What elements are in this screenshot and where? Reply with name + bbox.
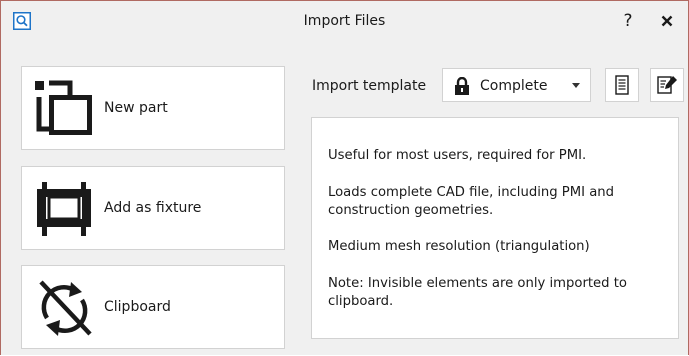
clipboard-button[interactable]: Clipboard (21, 265, 285, 349)
lock-icon (455, 77, 469, 95)
close-button[interactable] (654, 9, 680, 33)
clipboard-label: Clipboard (104, 299, 171, 315)
new-part-label: New part (104, 100, 168, 116)
title-bar: Import Files ? (1, 1, 688, 41)
template-description-panel: Useful for most users, required for PMI.… (311, 117, 679, 339)
import-template-value: Complete (480, 78, 548, 94)
close-icon (661, 15, 673, 27)
new-part-icon (35, 80, 92, 135)
add-as-fixture-button[interactable]: Add as fixture (21, 166, 285, 250)
description-line: Note: Invisible elements are only import… (328, 276, 627, 309)
import-files-dialog: Import Files ? New part Add as fixture C… (0, 0, 689, 355)
template-details-button[interactable] (605, 68, 639, 102)
edit-document-icon (657, 76, 677, 94)
help-button[interactable]: ? (616, 9, 640, 33)
description-line: Loads complete CAD file, including PMI a… (328, 185, 615, 218)
clipboard-sync-off-icon (39, 280, 92, 336)
add-as-fixture-label: Add as fixture (104, 200, 202, 216)
help-icon: ? (623, 11, 633, 31)
new-part-button[interactable]: New part (21, 66, 285, 150)
dialog-title: Import Files (303, 13, 386, 29)
import-template-dropdown[interactable]: Complete (442, 68, 591, 102)
description-line: Medium mesh resolution (triangulation) (328, 239, 590, 254)
fixture-icon (37, 182, 91, 236)
description-line: Useful for most users, required for PMI. (328, 148, 587, 163)
edit-template-button[interactable] (650, 68, 684, 102)
import-template-label: Import template (312, 78, 427, 94)
chevron-down-icon (572, 83, 580, 88)
document-list-icon (615, 75, 629, 95)
